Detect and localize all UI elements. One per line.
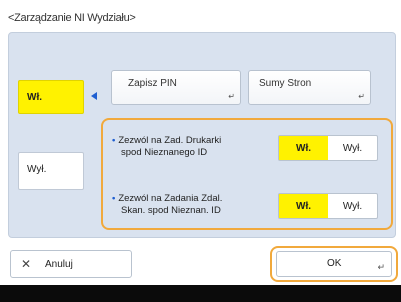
footer-bar [0,285,401,302]
option-scan-unknown-id: • Zezwól na Zadania Zdal. Skan. spod Niez… [112,193,222,217]
page-totals-button[interactable]: Sumy Stron ↵ [248,70,371,105]
option-2-line2: Skan. spod Nieznan. ID [121,205,221,216]
bullet-icon: • [112,135,116,146]
option-2-off[interactable]: Wył. [328,194,377,218]
ok-button[interactable]: OK ↵ [276,251,392,277]
bullet-icon: • [112,193,116,204]
close-icon: ✕ [21,257,32,271]
page-title: <Zarządzanie NI Wydziału> [8,12,136,24]
option-1-line2: spod Nieznanego ID [121,147,208,158]
save-pin-button[interactable]: Zapisz PIN ↵ [111,70,241,105]
enable-off-label: Wył. [27,164,47,175]
option-1-off[interactable]: Wył. [328,136,377,160]
enable-on-button[interactable]: Wł. [18,80,84,114]
option-2-on[interactable]: Wł. [279,194,328,218]
left-pointer-icon [91,92,97,100]
return-icon: ↵ [377,262,385,272]
cancel-button[interactable]: ✕ Anuluj [10,250,132,278]
option-2-line1: Zezwól na Zadania Zdal. [118,193,223,204]
option-1-line1: Zezwól na Zad. Drukarki [118,135,222,146]
cancel-label: Anuluj [45,259,73,270]
corner-arrow-icon: ↵ [228,92,235,101]
corner-arrow-icon: ↵ [358,92,365,101]
save-pin-label: Zapisz PIN [128,78,177,89]
page-totals-label: Sumy Stron [259,78,312,89]
option-print-unknown-id: • Zezwól na Zad. Drukarki spod Nieznanego… [112,135,221,159]
enable-off-button[interactable]: Wył. [18,152,84,190]
option-1-on[interactable]: Wł. [279,136,328,160]
option-1-toggle[interactable]: Wł. Wył. [278,135,378,161]
option-2-toggle[interactable]: Wł. Wył. [278,193,378,219]
enable-on-label: Wł. [27,92,42,103]
ok-label: OK [327,258,342,269]
